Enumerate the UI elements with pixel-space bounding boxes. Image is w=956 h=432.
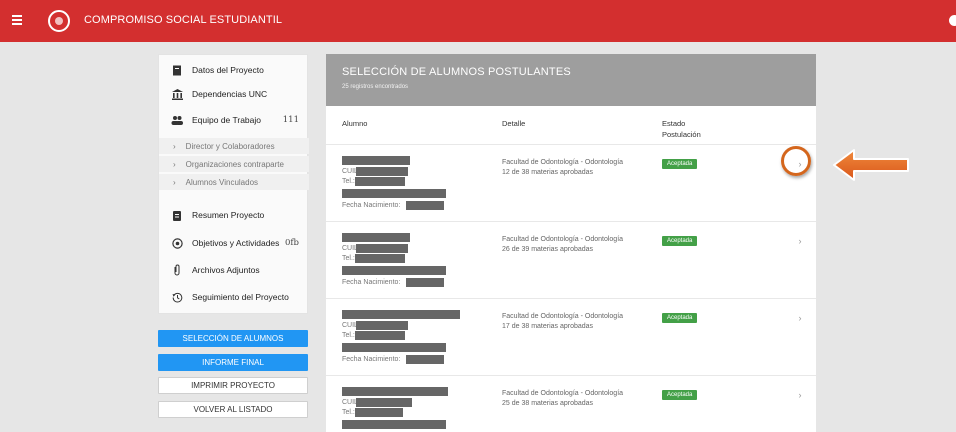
institution-icon (171, 88, 183, 100)
redacted-email (342, 266, 446, 275)
volver-listado-button[interactable]: VOLVER AL LISTADO (158, 401, 308, 418)
redacted-cuil (356, 398, 412, 407)
column-header-estado: Estado Postulación (662, 119, 701, 139)
target-icon (171, 237, 183, 249)
left-arrow-icon (833, 149, 909, 181)
chevron-right-icon[interactable]: › (793, 311, 807, 325)
sidebar-item-label: Archivos Adjuntos (192, 265, 260, 275)
fecha-nacimiento-label: Fecha Nacimiento: (342, 356, 401, 363)
redacted-tel (355, 408, 403, 417)
redacted-email (342, 420, 446, 429)
informe-final-button[interactable]: INFORME FINAL (158, 354, 308, 371)
sidebar-item-resumen[interactable]: Resumen Proyecto (159, 204, 309, 226)
sidebar-item-equipo-trabajo[interactable]: Equipo de Trabajo 111 (159, 109, 309, 131)
sidebar-item-dependencias[interactable]: Dependencias UNC (159, 83, 309, 105)
sidebar-item-label: Resumen Proyecto (192, 210, 265, 220)
chevron-right-icon: › (173, 159, 176, 169)
column-header-detalle: Detalle (502, 119, 526, 128)
redacted-name (342, 233, 410, 242)
tel-label: Tel.: (342, 332, 355, 339)
app-title: COMPROMISO SOCIAL ESTUDIANTIL (84, 14, 283, 26)
sidebar-item-label: Datos del Proyecto (192, 65, 264, 75)
redacted-tel (355, 331, 405, 340)
detalle-facultad: Facultad de Odontología - Odontología (502, 313, 624, 320)
table-row[interactable]: CUIL: Tel.: Fecha Nacimiento: Facultad d… (326, 298, 816, 375)
objetivos-count: 0fb (285, 238, 299, 248)
highlight-circle (781, 146, 811, 176)
sidebar-nav: Datos del Proyecto Dependencias UNC Equi… (158, 54, 309, 314)
seleccion-alumnos-button[interactable]: SELECCIÓN DE ALUMNOS (158, 330, 308, 347)
redacted-cuil (356, 244, 408, 253)
detalle-materias: 25 de 38 materias aprobadas (502, 400, 594, 407)
app-logo (48, 10, 70, 32)
detalle-facultad: Facultad de Odontología - Odontología (502, 390, 624, 397)
redacted-name (342, 156, 410, 165)
table-row[interactable]: CUIL: Tel.: Fecha Nacimiento: Facultad d… (326, 221, 816, 298)
history-icon (171, 291, 183, 303)
top-bar: COMPROMISO SOCIAL ESTUDIANTIL (0, 0, 956, 42)
fecha-nacimiento-label: Fecha Nacimiento: (342, 202, 401, 209)
sidebar-subitem-label: Director y Colaboradores (185, 141, 275, 151)
sidebar-item-seguimiento[interactable]: Seguimiento del Proyecto (159, 286, 309, 308)
detalle-materias: 12 de 38 materias aprobadas (502, 169, 594, 176)
redacted-fecha (406, 355, 444, 364)
table-row[interactable]: CUIL: Tel.: Fecha Nacimiento: Facultad d… (326, 144, 816, 221)
status-badge: Aceptada (662, 390, 698, 400)
tel-label: Tel.: (342, 255, 355, 262)
records-count: 25 registros encontrados (342, 84, 409, 90)
imprimir-proyecto-button[interactable]: IMPRIMIR PROYECTO (158, 377, 308, 394)
status-badge: Aceptada (662, 159, 698, 169)
clipboard-icon (171, 209, 183, 221)
detalle-materias: 17 de 38 materias aprobadas (502, 323, 594, 330)
redacted-tel (355, 177, 405, 186)
chevron-right-icon[interactable]: › (793, 234, 807, 248)
redacted-name (342, 310, 460, 319)
status-badge: Aceptada (662, 313, 698, 323)
sidebar-item-label: Objetivos y Actividades (192, 238, 280, 248)
redacted-fecha (406, 201, 444, 210)
status-badge: Aceptada (662, 236, 698, 246)
detalle-materias: 26 de 39 materias aprobadas (502, 246, 594, 253)
paperclip-icon (171, 264, 183, 276)
panel-title: SELECCIÓN DE ALUMNOS POSTULANTES (342, 66, 571, 78)
sidebar-subitem-label: Alumnos Vinculados (185, 177, 259, 187)
redacted-cuil (356, 167, 408, 176)
sidebar-item-datos-proyecto[interactable]: Datos del Proyecto (159, 59, 309, 81)
fecha-nacimiento-label: Fecha Nacimiento: (342, 279, 401, 286)
table-row[interactable]: CUIL: Tel.: Facultad de Odontología - Od… (326, 375, 816, 432)
chevron-right-icon[interactable]: › (793, 388, 807, 402)
detalle-facultad: Facultad de Odontología - Odontología (502, 159, 624, 166)
redacted-email (342, 343, 446, 352)
people-icon (171, 114, 183, 126)
postulantes-panel: SELECCIÓN DE ALUMNOS POSTULANTES 25 regi… (326, 54, 816, 432)
tel-label: Tel.: (342, 178, 355, 185)
sidebar-subitem-director[interactable]: › Director y Colaboradores (159, 138, 309, 154)
sidebar-subitem-label: Organizaciones contraparte (185, 159, 284, 169)
chevron-right-icon: › (173, 141, 176, 151)
redacted-tel (355, 254, 405, 263)
sidebar-item-label: Dependencias UNC (192, 89, 268, 99)
document-icon (171, 64, 183, 76)
redacted-email (342, 189, 446, 198)
redacted-cuil (356, 321, 408, 330)
sidebar-item-label: Equipo de Trabajo (192, 115, 261, 125)
redacted-name (342, 387, 448, 396)
team-count: 111 (282, 115, 299, 125)
user-account-icon[interactable] (949, 15, 956, 26)
sidebar-subitem-alumnos[interactable]: › Alumnos Vinculados (159, 174, 309, 190)
column-header-alumno: Alumno (342, 119, 368, 128)
hamburger-menu-icon[interactable] (12, 15, 22, 25)
sidebar-item-archivos[interactable]: Archivos Adjuntos (159, 259, 309, 281)
sidebar-item-objetivos[interactable]: Objetivos y Actividades 0fb (159, 232, 309, 254)
panel-header: SELECCIÓN DE ALUMNOS POSTULANTES 25 regi… (326, 54, 816, 106)
sidebar-subitem-organizaciones[interactable]: › Organizaciones contraparte (159, 156, 309, 172)
detalle-facultad: Facultad de Odontología - Odontología (502, 236, 624, 243)
sidebar-item-label: Seguimiento del Proyecto (192, 292, 289, 302)
redacted-fecha (406, 278, 444, 287)
tel-label: Tel.: (342, 409, 355, 416)
chevron-right-icon: › (173, 177, 176, 187)
